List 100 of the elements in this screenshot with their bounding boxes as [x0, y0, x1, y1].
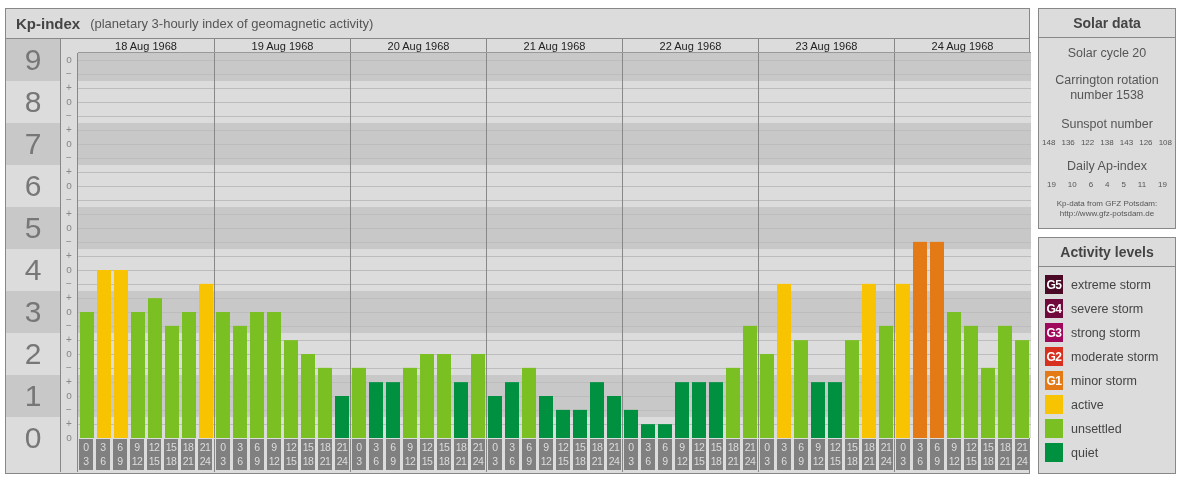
kp-bar	[488, 396, 502, 438]
sub-level-label: o	[65, 53, 73, 67]
time-range-label: 15 18	[845, 439, 859, 470]
kp-bar	[981, 367, 995, 438]
sub-level-label: −	[65, 109, 73, 123]
sunspot-value: 143	[1119, 138, 1134, 147]
time-range-label: 18 21	[590, 439, 604, 470]
sub-level-label: o	[65, 305, 73, 319]
sub-level-label: +	[65, 123, 73, 137]
kp-axis-label: 5	[6, 207, 60, 249]
time-range-label: 3 6	[641, 439, 655, 470]
time-range-label: 0 3	[488, 439, 502, 470]
sub-level-label: −	[65, 277, 73, 291]
sub-level-label: +	[65, 333, 73, 347]
kp-bar	[607, 396, 621, 438]
kp-bar	[539, 396, 553, 438]
ap-value: 6	[1088, 180, 1094, 189]
time-range-label: 6 9	[250, 439, 264, 470]
level-swatch: G4	[1045, 299, 1063, 319]
level-label: minor storm	[1071, 373, 1137, 388]
sunspot-value: 108	[1158, 138, 1172, 147]
sub-level-label: +	[65, 417, 73, 431]
date-label: 23 Aug 1968	[758, 39, 894, 52]
sub-level-label: −	[65, 67, 73, 81]
date-label: 19 Aug 1968	[214, 39, 350, 52]
time-range-label: 9 12	[675, 439, 689, 470]
time-range-label: 12 15	[284, 439, 298, 470]
kp-bar	[692, 382, 706, 438]
sub-level-label: o	[65, 221, 73, 235]
time-range-label: 21 24	[198, 439, 212, 470]
sub-level-label: o	[65, 137, 73, 151]
kp-bar	[522, 367, 536, 438]
time-range-label: 3 6	[777, 439, 791, 470]
time-range-label: 0 3	[216, 439, 230, 470]
sub-level-label: +	[65, 291, 73, 305]
time-range-label: 15 18	[301, 439, 315, 470]
date-label: 21 Aug 1968	[486, 39, 622, 52]
time-range-label: 18 21	[318, 439, 332, 470]
time-range-label: 18 21	[454, 439, 468, 470]
time-range-label: 12 15	[964, 439, 978, 470]
kp-axis-label: 7	[6, 123, 60, 165]
level-label: moderate storm	[1071, 349, 1159, 364]
level-label: strong storm	[1071, 325, 1141, 340]
time-range-label: 21 24	[335, 439, 349, 470]
time-range-label: 21 24	[743, 439, 757, 470]
level-swatch: G5	[1045, 275, 1063, 295]
carrington-text: Carrington rotation number 1538	[1054, 72, 1160, 104]
sunspot-label: Sunspot number	[1060, 116, 1154, 132]
sub-level-label: o	[65, 431, 73, 445]
level-label: active	[1071, 397, 1104, 412]
kp-bar	[590, 382, 604, 438]
time-range-label: 9 12	[539, 439, 553, 470]
time-range-label: 3 6	[369, 439, 383, 470]
time-range-label: 12 15	[420, 439, 434, 470]
sub-level-label: +	[65, 207, 73, 221]
time-range-label: 21 24	[607, 439, 621, 470]
sub-level-label: o	[65, 179, 73, 193]
kp-bar	[318, 367, 332, 438]
time-range-label: 12 15	[692, 439, 706, 470]
level-label: extreme storm	[1071, 277, 1151, 292]
kp-bar	[505, 382, 519, 438]
time-range-label: 0 3	[352, 439, 366, 470]
chart-title: Kp-index	[16, 15, 81, 32]
kp-bar	[403, 367, 417, 438]
sub-level-label: +	[65, 249, 73, 263]
time-range-label: 15 18	[573, 439, 587, 470]
time-range-label: 6 9	[794, 439, 808, 470]
sub-level-label: −	[65, 151, 73, 165]
kp-bar	[624, 409, 638, 438]
kp-axis-label: 3	[6, 291, 60, 333]
date-label: 24 Aug 1968	[894, 39, 1030, 52]
ap-value: 11	[1137, 180, 1147, 189]
panel-title: Solar data	[1039, 9, 1175, 38]
kp-bar	[573, 409, 587, 438]
ap-value: 4	[1105, 180, 1110, 189]
source-link[interactable]: http://www.gfz-potsdam.de	[1039, 208, 1175, 219]
time-range-label: 3 6	[96, 439, 110, 470]
kp-bar	[675, 382, 689, 438]
sunspot-value: 136	[1061, 138, 1075, 147]
kp-bar	[658, 424, 672, 438]
ap-value: 19	[1047, 180, 1056, 189]
date-label: 20 Aug 1968	[350, 39, 486, 52]
time-range-label: 6 9	[113, 439, 127, 470]
sub-level-label: −	[65, 193, 73, 207]
kp-bar	[709, 382, 723, 438]
sub-level-label: +	[65, 165, 73, 179]
sub-level-label: −	[65, 235, 73, 249]
chart-subtitle: (planetary 3-hourly index of geomagnetic activity)	[90, 16, 374, 31]
time-range-label: 12 15	[147, 439, 161, 470]
time-range-label: 21 24	[471, 439, 485, 470]
time-range-label: 15 18	[437, 439, 451, 470]
sub-level-label: −	[65, 403, 73, 417]
time-range-label: 3 6	[233, 439, 247, 470]
kp-bar	[454, 382, 468, 438]
sub-level-label: o	[65, 347, 73, 361]
time-range-label: 0 3	[760, 439, 774, 470]
time-range-label: 21 24	[1015, 439, 1029, 470]
sub-level-label: +	[65, 375, 73, 389]
time-range-label: 0 3	[624, 439, 638, 470]
time-range-label: 18 21	[726, 439, 740, 470]
